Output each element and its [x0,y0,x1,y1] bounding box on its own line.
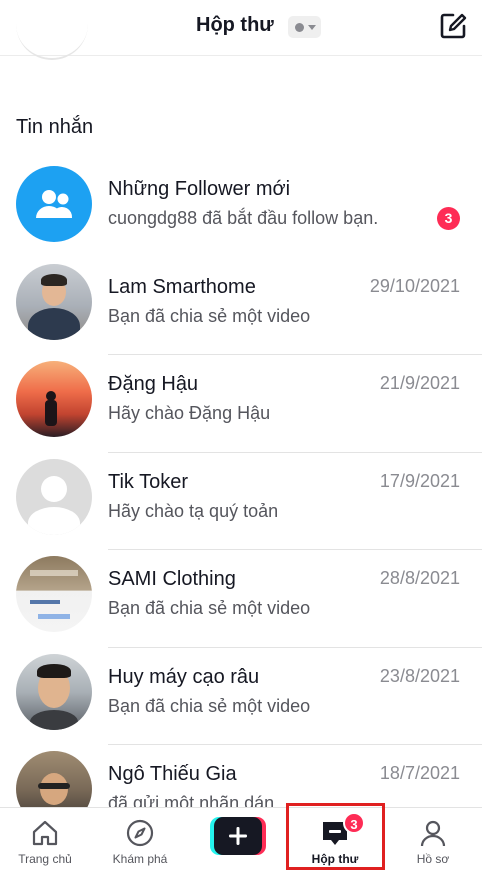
message-row[interactable]: Tik Toker Hãy chào tạ quý toản 17/9/2021 [0,453,482,550]
conversation-date: 17/9/2021 [379,470,460,491]
nav-home[interactable]: Trang chủ [0,808,90,872]
bottom-nav: Trang chủ Khám phá Hộp thư Hồ sơ [0,807,482,872]
avatar [16,263,92,340]
conversation-date: 28/8/2021 [379,568,460,588]
conversation-name: Huy máy cạo râu [108,665,260,688]
conversation-date: 23/8/2021 [379,665,460,686]
nav-discover[interactable]: Khám phá [95,808,185,872]
nav-profile[interactable]: Hồ sơ [388,808,478,872]
avatar [16,653,92,730]
conversation-preview: Hãy chào Đặng Hậu [108,403,271,423]
nav-label: Khám phá [112,852,168,866]
conversation-name: Lam Smarthome [108,275,256,298]
conversation-name: Những Follower mới [108,178,291,200]
conversation-date: 21/9/2021 [379,373,460,393]
message-list: Những Follower mới cuongdg88 đã bắt đầu … [0,160,482,843]
home-icon [32,820,58,846]
conversation-date: 29/10/2021 [369,275,460,296]
message-row[interactable]: Lam Smarthome Bạn đã chia sẻ một video 2… [0,258,482,355]
avatar [16,361,92,437]
section-label-messages: Tin nhắn [16,116,94,138]
conversation-preview: Bạn đã chia sẻ một video [108,305,311,326]
conversation-name: SAMI Clothing [108,568,236,590]
message-row-new-followers[interactable]: Những Follower mới cuongdg88 đã bắt đầu … [0,160,482,258]
nav-label: Hồ sơ [416,852,450,866]
page-title: Hộp thư [196,14,274,36]
conversation-preview: cuongdg88 đã bắt đầu follow bạn. [108,208,379,228]
message-row[interactable]: Huy máy cạo râu Bạn đã chia sẻ một video… [0,648,482,745]
conversation-preview: Bạn đã chia sẻ một video [108,695,311,716]
conversation-preview: Bạn đã chia sẻ một video [108,598,311,618]
caret-down-icon [308,25,316,30]
status-dot-icon [295,23,304,32]
conversation-name: Ngô Thiếu Gia [108,763,237,785]
default-avatar-icon [16,458,92,535]
conversation-date: 18/7/2021 [379,763,460,783]
followers-group-icon [16,166,92,242]
create-plus-icon[interactable] [210,817,266,855]
conversation-name: Đặng Hậu [108,373,199,395]
message-row[interactable]: Đặng Hậu Hãy chào Đặng Hậu 21/9/2021 [0,355,482,453]
conversation-name: Tik Toker [108,470,189,493]
nav-label: Trang chủ [18,852,72,866]
message-row[interactable]: SAMI Clothing Bạn đã chia sẻ một video 2… [0,550,482,648]
compose-icon[interactable] [438,11,468,41]
unread-badge: 3 [437,207,460,230]
status-toggle[interactable] [288,16,321,38]
active-tab-highlight [286,803,385,870]
conversation-preview: Hãy chào tạ quý toản [108,500,279,521]
profile-icon [420,820,446,847]
avatar [16,556,92,632]
compass-icon [126,819,154,847]
